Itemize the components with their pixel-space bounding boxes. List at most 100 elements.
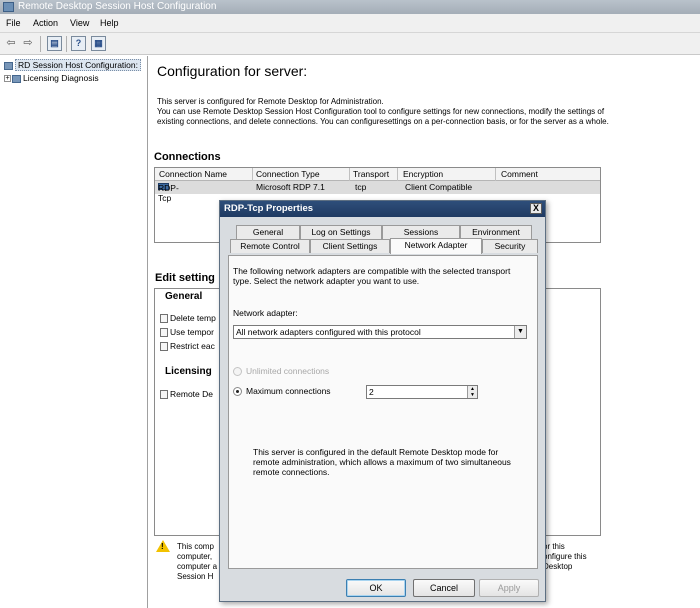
column-header[interactable]: Transport — [353, 169, 389, 179]
table-header: Connection Name Connection Type Transpor… — [155, 168, 600, 181]
description-line: You can use Remote Desktop Session Host … — [157, 107, 605, 116]
warning-line: computer, — [177, 552, 213, 561]
column-header[interactable]: Connection Type — [256, 169, 320, 179]
properties-icon[interactable]: ▦ — [91, 36, 106, 51]
settings-page-icon — [160, 342, 168, 352]
tree-item-root[interactable]: RD Session Host Configuration: — [4, 59, 142, 71]
back-arrow-icon[interactable]: ⇦ — [3, 36, 19, 51]
unlimited-connections-label: Unlimited connections — [246, 366, 330, 376]
tab-log-on-settings[interactable]: Log on Settings — [300, 225, 382, 239]
navigation-tree: RD Session Host Configuration: + Licensin… — [0, 56, 148, 608]
maximum-connections-label: Maximum connections — [246, 386, 331, 396]
tab-remote-control[interactable]: Remote Control — [230, 239, 310, 253]
tab-security[interactable]: Security — [482, 239, 538, 253]
column-header[interactable]: Encryption — [403, 169, 443, 179]
description-line: This server is configured for Remote Des… — [157, 97, 384, 106]
toolbar-separator — [66, 36, 67, 52]
tab-client-settings[interactable]: Client Settings — [310, 239, 390, 253]
warning-text-left: This comp computer, computer a Session H — [177, 542, 217, 582]
network-adapter-dropdown[interactable]: All network adapters configured with thi… — [233, 325, 527, 339]
expand-icon[interactable]: + — [4, 75, 11, 83]
network-adapter-panel: The following network adapters are compa… — [228, 255, 538, 569]
connection-name: RDP-Tcp — [158, 183, 179, 203]
column-header[interactable]: Comment — [501, 169, 538, 179]
show-hide-tree-icon[interactable]: ▤ — [47, 36, 62, 51]
settings-page-icon — [160, 328, 168, 338]
forward-arrow-icon[interactable]: ⇨ — [20, 36, 36, 51]
general-item-label: Delete temp — [170, 313, 216, 323]
menu-action[interactable]: Action — [33, 18, 58, 28]
maximum-connections-value: 2 — [369, 387, 374, 397]
menu-help[interactable]: Help — [100, 18, 119, 28]
table-cell: Microsoft RDP 7.1 — [256, 182, 325, 192]
edit-settings-heading: Edit setting — [155, 272, 215, 284]
column-divider[interactable] — [397, 168, 398, 181]
note-line: remote connections. — [253, 467, 330, 477]
mode-note: This server is configured in the default… — [253, 447, 511, 477]
network-adapter-value: All network adapters configured with thi… — [236, 327, 421, 337]
general-item[interactable]: Delete temp — [160, 313, 216, 324]
server-icon — [4, 61, 13, 70]
menu-file[interactable]: File — [6, 18, 21, 28]
note-line: This server is configured in the default… — [253, 447, 499, 457]
general-item[interactable]: Restrict eac — [160, 341, 215, 352]
tree-item-licensing[interactable]: + Licensing Diagnosis — [4, 72, 99, 84]
stepper-down-icon[interactable]: ▼ — [467, 392, 477, 398]
warning-text-right: or this onfigure this Desktop — [543, 542, 587, 572]
unlimited-connections-radio[interactable] — [233, 367, 242, 376]
dialog-title-bar[interactable]: RDP-Tcp Properties X — [220, 201, 545, 217]
column-divider[interactable] — [495, 168, 496, 181]
table-row[interactable]: RDP-Tcp Microsoft RDP 7.1 tcp Client Com… — [155, 181, 600, 203]
window-title: Remote Desktop Session Host Configuratio… — [18, 1, 217, 12]
ok-button[interactable]: OK — [346, 579, 406, 597]
general-item[interactable]: Use tempor — [160, 327, 214, 338]
settings-page-icon — [160, 390, 168, 400]
diagnosis-icon — [12, 74, 21, 83]
settings-page-icon — [160, 314, 168, 324]
menu-view[interactable]: View — [70, 18, 89, 28]
help-icon[interactable]: ? — [71, 36, 86, 51]
properties-dialog: RDP-Tcp Properties X General Log on Sett… — [219, 200, 546, 602]
network-adapter-label: Network adapter: — [233, 308, 298, 318]
column-divider[interactable] — [349, 168, 350, 181]
tab-sessions[interactable]: Sessions — [382, 225, 460, 239]
general-heading: General — [165, 291, 203, 302]
app-icon — [3, 2, 14, 12]
apply-button[interactable]: Apply — [479, 579, 539, 597]
chevron-down-icon[interactable]: ▼ — [514, 326, 526, 338]
column-divider[interactable] — [252, 168, 253, 181]
licensing-heading: Licensing — [165, 366, 212, 377]
table-cell: Client Compatible — [405, 182, 473, 192]
tab-environment[interactable]: Environment — [460, 225, 532, 239]
toolbar-separator — [40, 36, 41, 52]
warning-icon: ! — [156, 540, 170, 552]
menu-bar: File Action View Help — [0, 14, 700, 33]
intro-text: The following network adapters are compa… — [233, 266, 510, 286]
dialog-title: RDP-Tcp Properties — [224, 203, 314, 214]
warning-line: onfigure this — [543, 552, 587, 561]
cancel-button[interactable]: Cancel — [413, 579, 475, 597]
tab-network-adapter[interactable]: Network Adapter — [390, 238, 482, 254]
intro-line: The following network adapters are compa… — [233, 266, 511, 276]
warning-line: Session H — [177, 572, 214, 581]
connections-heading: Connections — [154, 151, 221, 163]
licensing-item[interactable]: Remote De — [160, 389, 213, 400]
maximum-connections-stepper[interactable]: 2 ▲ ▼ — [366, 385, 478, 399]
column-header[interactable]: Connection Name — [159, 169, 227, 179]
window-title-bar: Remote Desktop Session Host Configuratio… — [0, 0, 700, 14]
note-line: remote administration, which allows a ma… — [253, 457, 511, 467]
warning-line: This comp — [177, 542, 214, 551]
maximum-connections-radio[interactable] — [233, 387, 242, 396]
licensing-item-label: Remote De — [170, 389, 213, 399]
general-item-label: Restrict eac — [170, 341, 215, 351]
general-item-label: Use tempor — [170, 327, 214, 337]
intro-line: type. Select the network adapter you wan… — [233, 276, 420, 286]
page-description: This server is configured for Remote Des… — [157, 97, 657, 127]
tree-item-root-label: RD Session Host Configuration: — [15, 59, 142, 71]
toolbar: ⇦ ⇨ ▤ ? ▦ — [0, 33, 700, 55]
tab-general[interactable]: General — [236, 225, 300, 239]
close-icon[interactable]: X — [530, 203, 542, 214]
warning-line: computer a — [177, 562, 218, 571]
warning-line: Desktop — [543, 562, 573, 571]
tree-item-licensing-label: Licensing Diagnosis — [23, 73, 99, 83]
